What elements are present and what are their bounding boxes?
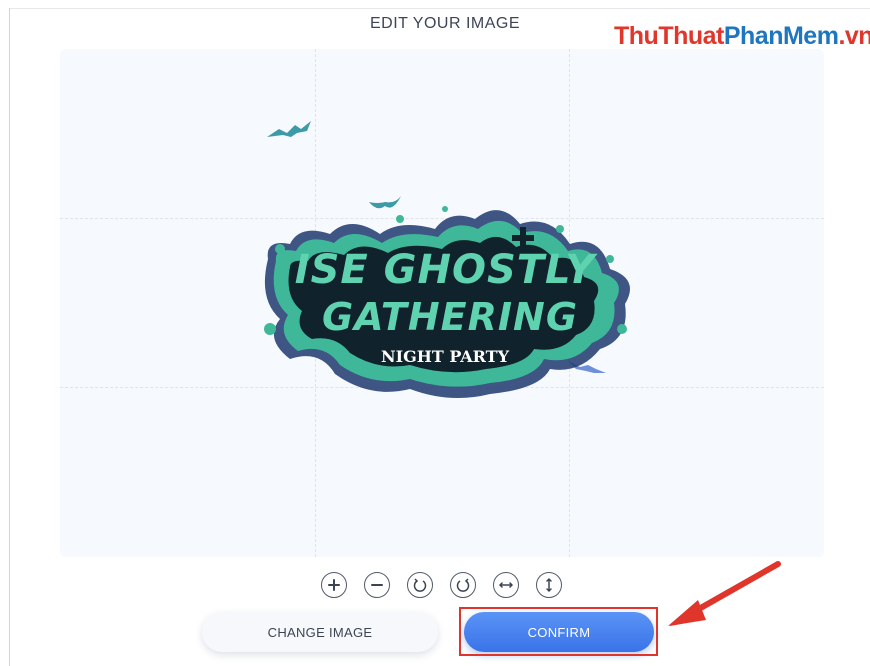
change-image-button[interactable]: CHANGE IMAGE — [202, 612, 438, 652]
rotate-left-icon — [413, 578, 427, 592]
arrows-vertical-icon — [546, 577, 552, 593]
artwork-line3: NIGHT PARTY — [381, 347, 509, 366]
artwork-line2: GATHERING — [321, 295, 579, 339]
watermark-part3: .vn — [838, 22, 870, 50]
highlight-box — [459, 607, 658, 656]
bat-icon — [267, 121, 311, 137]
plus-icon — [328, 579, 340, 591]
watermark-part1: ThuThuat — [614, 22, 724, 50]
artwork-line1: ISE GHOSTLY — [294, 247, 596, 293]
red-arrow-icon — [668, 561, 781, 626]
flip-vertical-button[interactable] — [536, 572, 562, 598]
uploaded-image: ISE GHOSTLY GATHERING NIGHT PARTY — [250, 189, 640, 429]
image-edit-toolbar — [318, 572, 568, 600]
rotate-left-button[interactable] — [407, 572, 433, 598]
minus-icon — [371, 584, 383, 586]
zoom-in-button[interactable] — [321, 572, 347, 598]
rotate-right-button[interactable] — [450, 572, 476, 598]
zoom-out-button[interactable] — [364, 572, 390, 598]
watermark-part2: PhanMem — [723, 22, 839, 50]
flip-horizontal-button[interactable] — [493, 572, 519, 598]
frame-top-border — [9, 8, 870, 9]
image-editor-canvas[interactable]: ISE GHOSTLY GATHERING NIGHT PARTY — [60, 49, 824, 557]
rotate-right-icon — [456, 578, 470, 592]
arrows-horizontal-icon — [498, 582, 514, 588]
watermark: ThuThuatPhanMem.vn — [614, 22, 870, 51]
frame-left-border — [9, 8, 10, 666]
